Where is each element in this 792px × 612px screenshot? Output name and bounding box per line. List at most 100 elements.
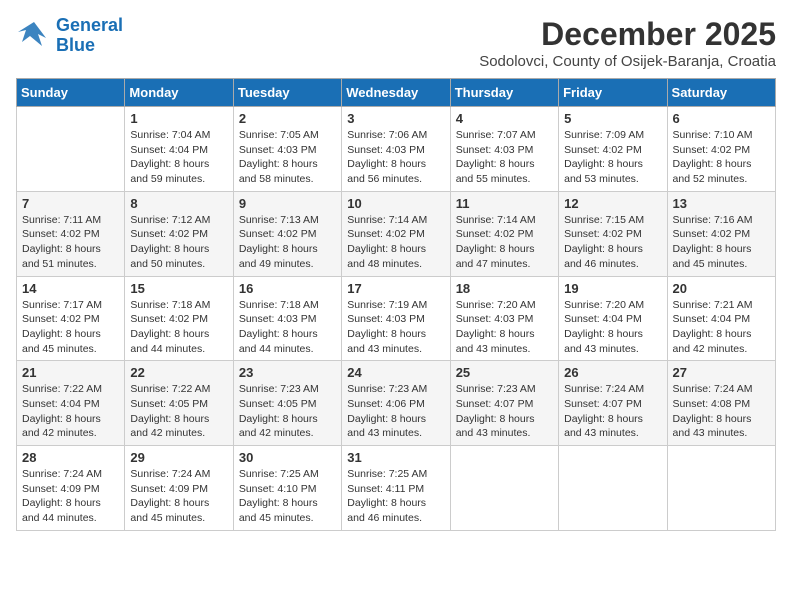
calendar-cell: 30 Sunrise: 7:25 AM Sunset: 4:10 PM Dayli…	[233, 446, 341, 531]
day-number: 11	[456, 196, 553, 211]
calendar-table: SundayMondayTuesdayWednesdayThursdayFrid…	[16, 78, 776, 531]
weekday-header-sunday: Sunday	[17, 79, 125, 107]
day-number: 29	[130, 450, 227, 465]
day-number: 14	[22, 281, 119, 296]
day-number: 19	[564, 281, 661, 296]
day-number: 24	[347, 365, 444, 380]
weekday-header-row: SundayMondayTuesdayWednesdayThursdayFrid…	[17, 79, 776, 107]
day-info: Sunrise: 7:06 AM Sunset: 4:03 PM Dayligh…	[347, 128, 444, 187]
location-title: Sodolovci, County of Osijek-Baranja, Cro…	[479, 53, 776, 70]
day-info: Sunrise: 7:20 AM Sunset: 4:03 PM Dayligh…	[456, 298, 553, 357]
day-number: 25	[456, 365, 553, 380]
day-info: Sunrise: 7:22 AM Sunset: 4:05 PM Dayligh…	[130, 382, 227, 441]
day-info: Sunrise: 7:22 AM Sunset: 4:04 PM Dayligh…	[22, 382, 119, 441]
logo-icon	[16, 18, 52, 54]
day-info: Sunrise: 7:18 AM Sunset: 4:02 PM Dayligh…	[130, 298, 227, 357]
day-info: Sunrise: 7:24 AM Sunset: 4:08 PM Dayligh…	[673, 382, 770, 441]
calendar-cell: 24 Sunrise: 7:23 AM Sunset: 4:06 PM Dayli…	[342, 361, 450, 446]
calendar-cell: 12 Sunrise: 7:15 AM Sunset: 4:02 PM Dayli…	[559, 191, 667, 276]
day-info: Sunrise: 7:19 AM Sunset: 4:03 PM Dayligh…	[347, 298, 444, 357]
calendar-cell: 20 Sunrise: 7:21 AM Sunset: 4:04 PM Dayli…	[667, 276, 775, 361]
calendar-cell	[667, 446, 775, 531]
week-row-2: 7 Sunrise: 7:11 AM Sunset: 4:02 PM Daylig…	[17, 191, 776, 276]
calendar-cell: 9Sunrise: 7:13 AM Sunset: 4:02 PM Daylig…	[233, 191, 341, 276]
calendar-cell: 25 Sunrise: 7:23 AM Sunset: 4:07 PM Dayli…	[450, 361, 558, 446]
calendar-cell: 22Sunrise: 7:22 AM Sunset: 4:05 PM Dayli…	[125, 361, 233, 446]
calendar-cell: 15 Sunrise: 7:18 AM Sunset: 4:02 PM Dayli…	[125, 276, 233, 361]
week-row-3: 14 Sunrise: 7:17 AM Sunset: 4:02 PM Dayli…	[17, 276, 776, 361]
day-info: Sunrise: 7:09 AM Sunset: 4:02 PM Dayligh…	[564, 128, 661, 187]
day-info: Sunrise: 7:05 AM Sunset: 4:03 PM Dayligh…	[239, 128, 336, 187]
day-number: 18	[456, 281, 553, 296]
weekday-header-wednesday: Wednesday	[342, 79, 450, 107]
day-info: Sunrise: 7:16 AM Sunset: 4:02 PM Dayligh…	[673, 213, 770, 272]
day-number: 10	[347, 196, 444, 211]
day-number: 7	[22, 196, 119, 211]
day-info: Sunrise: 7:11 AM Sunset: 4:02 PM Dayligh…	[22, 213, 119, 272]
calendar-cell: 7 Sunrise: 7:11 AM Sunset: 4:02 PM Daylig…	[17, 191, 125, 276]
calendar-cell: 3 Sunrise: 7:06 AM Sunset: 4:03 PM Daylig…	[342, 107, 450, 192]
calendar-cell: 14 Sunrise: 7:17 AM Sunset: 4:02 PM Dayli…	[17, 276, 125, 361]
calendar-cell: 16 Sunrise: 7:18 AM Sunset: 4:03 PM Dayli…	[233, 276, 341, 361]
day-number: 3	[347, 111, 444, 126]
weekday-header-saturday: Saturday	[667, 79, 775, 107]
day-number: 6	[673, 111, 770, 126]
logo-line1: General	[56, 15, 123, 35]
day-info: Sunrise: 7:12 AM Sunset: 4:02 PM Dayligh…	[130, 213, 227, 272]
calendar-cell: 17 Sunrise: 7:19 AM Sunset: 4:03 PM Dayli…	[342, 276, 450, 361]
day-info: Sunrise: 7:23 AM Sunset: 4:07 PM Dayligh…	[456, 382, 553, 441]
day-info: Sunrise: 7:25 AM Sunset: 4:11 PM Dayligh…	[347, 467, 444, 526]
day-number: 16	[239, 281, 336, 296]
day-info: Sunrise: 7:25 AM Sunset: 4:10 PM Dayligh…	[239, 467, 336, 526]
day-number: 17	[347, 281, 444, 296]
day-info: Sunrise: 7:24 AM Sunset: 4:09 PM Dayligh…	[130, 467, 227, 526]
day-info: Sunrise: 7:24 AM Sunset: 4:07 PM Dayligh…	[564, 382, 661, 441]
day-info: Sunrise: 7:15 AM Sunset: 4:02 PM Dayligh…	[564, 213, 661, 272]
calendar-cell: 10Sunrise: 7:14 AM Sunset: 4:02 PM Dayli…	[342, 191, 450, 276]
calendar-cell: 23Sunrise: 7:23 AM Sunset: 4:05 PM Dayli…	[233, 361, 341, 446]
calendar-cell: 29 Sunrise: 7:24 AM Sunset: 4:09 PM Dayli…	[125, 446, 233, 531]
day-number: 15	[130, 281, 227, 296]
day-number: 5	[564, 111, 661, 126]
day-number: 30	[239, 450, 336, 465]
weekday-header-friday: Friday	[559, 79, 667, 107]
day-number: 27	[673, 365, 770, 380]
weekday-header-monday: Monday	[125, 79, 233, 107]
day-number: 4	[456, 111, 553, 126]
calendar-cell: 2Sunrise: 7:05 AM Sunset: 4:03 PM Daylig…	[233, 107, 341, 192]
title-section: December 2025 Sodolovci, County of Osije…	[479, 16, 776, 70]
day-number: 8	[130, 196, 227, 211]
calendar-cell	[559, 446, 667, 531]
calendar-cell: 31 Sunrise: 7:25 AM Sunset: 4:11 PM Dayli…	[342, 446, 450, 531]
day-info: Sunrise: 7:20 AM Sunset: 4:04 PM Dayligh…	[564, 298, 661, 357]
calendar-cell: 6Sunrise: 7:10 AM Sunset: 4:02 PM Daylig…	[667, 107, 775, 192]
calendar-cell: 28Sunrise: 7:24 AM Sunset: 4:09 PM Dayli…	[17, 446, 125, 531]
calendar-cell	[450, 446, 558, 531]
day-info: Sunrise: 7:24 AM Sunset: 4:09 PM Dayligh…	[22, 467, 119, 526]
week-row-5: 28Sunrise: 7:24 AM Sunset: 4:09 PM Dayli…	[17, 446, 776, 531]
day-info: Sunrise: 7:17 AM Sunset: 4:02 PM Dayligh…	[22, 298, 119, 357]
day-number: 13	[673, 196, 770, 211]
month-title: December 2025	[479, 16, 776, 53]
week-row-4: 21Sunrise: 7:22 AM Sunset: 4:04 PM Dayli…	[17, 361, 776, 446]
day-number: 31	[347, 450, 444, 465]
day-number: 26	[564, 365, 661, 380]
day-number: 12	[564, 196, 661, 211]
day-number: 23	[239, 365, 336, 380]
calendar-cell: 27 Sunrise: 7:24 AM Sunset: 4:08 PM Dayli…	[667, 361, 775, 446]
calendar-cell: 8 Sunrise: 7:12 AM Sunset: 4:02 PM Daylig…	[125, 191, 233, 276]
calendar-cell: 18 Sunrise: 7:20 AM Sunset: 4:03 PM Dayli…	[450, 276, 558, 361]
day-info: Sunrise: 7:21 AM Sunset: 4:04 PM Dayligh…	[673, 298, 770, 357]
day-info: Sunrise: 7:18 AM Sunset: 4:03 PM Dayligh…	[239, 298, 336, 357]
calendar-cell	[17, 107, 125, 192]
calendar-cell: 11Sunrise: 7:14 AM Sunset: 4:02 PM Dayli…	[450, 191, 558, 276]
day-number: 20	[673, 281, 770, 296]
weekday-header-tuesday: Tuesday	[233, 79, 341, 107]
calendar-cell: 21Sunrise: 7:22 AM Sunset: 4:04 PM Dayli…	[17, 361, 125, 446]
day-number: 1	[130, 111, 227, 126]
calendar-cell: 26 Sunrise: 7:24 AM Sunset: 4:07 PM Dayli…	[559, 361, 667, 446]
day-info: Sunrise: 7:07 AM Sunset: 4:03 PM Dayligh…	[456, 128, 553, 187]
logo-text: General Blue	[56, 16, 123, 56]
day-info: Sunrise: 7:23 AM Sunset: 4:06 PM Dayligh…	[347, 382, 444, 441]
week-row-1: 1Sunrise: 7:04 AM Sunset: 4:04 PM Daylig…	[17, 107, 776, 192]
